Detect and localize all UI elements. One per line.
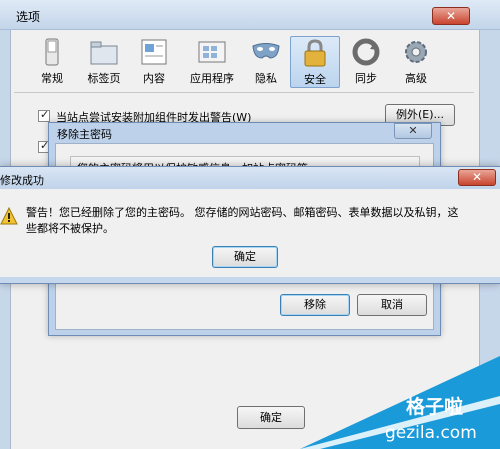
close-icon: ✕ — [471, 170, 483, 184]
tab-sync[interactable]: 同步 — [338, 36, 394, 88]
options-titlebar — [0, 0, 500, 30]
sync-icon — [352, 38, 380, 66]
success-titlebar — [0, 167, 500, 189]
success-message: 警告！您已经删除了您的主密码。 您存储的网站密码、邮箱密码、表单数据以及私钥，这… — [26, 206, 459, 235]
success-title: 修改成功 — [0, 174, 44, 187]
tab-label: 高级 — [405, 72, 427, 85]
remove-dialog-close-button[interactable]: ✕ — [394, 123, 432, 139]
tab-label: 标签页 — [87, 72, 121, 85]
tab-label: 内容 — [143, 72, 165, 85]
success-close-button[interactable]: ✕ — [458, 169, 496, 186]
options-title: 选项 — [16, 10, 41, 24]
cancel-button[interactable]: 取消 — [357, 294, 427, 316]
tab-tabs[interactable]: 标签页 — [76, 36, 132, 88]
tab-security[interactable]: 安全 — [290, 36, 340, 88]
tab-advanced[interactable]: 高级 — [388, 36, 444, 88]
page-icon — [141, 39, 167, 65]
options-close-button[interactable]: ✕ — [432, 7, 470, 25]
toolbar-divider — [14, 92, 474, 93]
folder-icon — [90, 41, 118, 65]
tab-label: 同步 — [355, 72, 377, 85]
switch-icon — [45, 38, 59, 66]
tab-label: 隐私 — [255, 72, 277, 85]
watermark-domain: gezila.com — [385, 423, 477, 443]
mask-icon — [252, 43, 280, 59]
tab-label: 应用程序 — [190, 72, 234, 85]
warning-icon — [0, 207, 18, 225]
success-ok-button[interactable]: 确定 — [212, 246, 278, 268]
tab-content[interactable]: 内容 — [126, 36, 182, 88]
remove-dialog-title: 移除主密码 — [57, 128, 112, 141]
close-icon: ✕ — [408, 124, 418, 137]
watermark-brand: 格子啦 — [406, 396, 464, 418]
success-body: 警告！您已经删除了您的主密码。 您存储的网站密码、邮箱密码、表单数据以及私钥，这… — [0, 189, 500, 277]
success-dialog: 修改成功 ✕ 警告！您已经删除了您的主密码。 您存储的网站密码、邮箱密码、表单数… — [0, 166, 500, 284]
options-ok-button[interactable]: 确定 — [237, 406, 305, 429]
close-icon: ✕ — [445, 9, 457, 23]
lock-icon — [304, 39, 326, 67]
tab-label: 安全 — [304, 73, 326, 86]
tab-general[interactable]: 常规 — [24, 36, 80, 88]
gear-icon — [405, 41, 427, 63]
tab-applications[interactable]: 应用程序 — [180, 36, 244, 88]
tab-label: 常规 — [41, 72, 63, 85]
addon-warning-checkbox[interactable] — [38, 108, 50, 122]
tab-privacy[interactable]: 隐私 — [238, 36, 294, 88]
remove-button[interactable]: 移除 — [280, 294, 350, 316]
apps-icon — [198, 41, 226, 63]
